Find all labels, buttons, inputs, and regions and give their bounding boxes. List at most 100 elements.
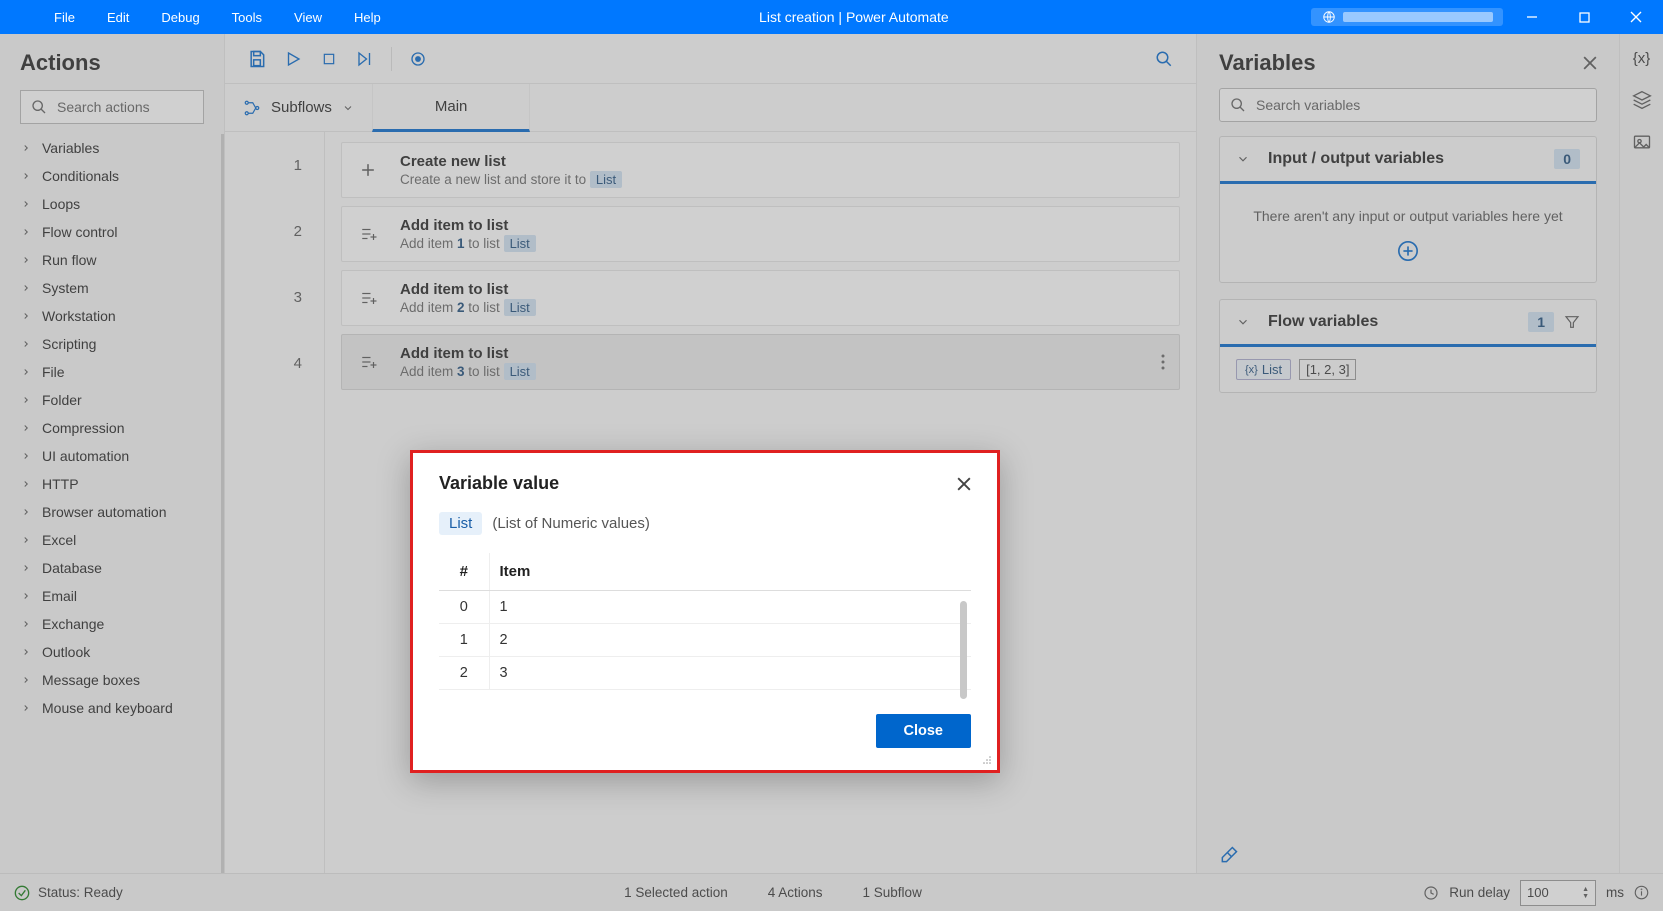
io-variables-count: 0 (1554, 149, 1580, 169)
editor-search-button[interactable] (1146, 41, 1182, 77)
flow-variable-item[interactable]: {x} List [1, 2, 3] (1236, 359, 1356, 380)
variable-value-dialog: Variable value List (List of Numeric val… (410, 450, 1000, 773)
variables-search-placeholder: Search variables (1256, 97, 1360, 113)
environment-badge[interactable] (1311, 8, 1503, 26)
action-category[interactable]: Flow control (0, 218, 221, 246)
titlebar-right (1311, 0, 1663, 34)
line-number: 2 (225, 198, 324, 264)
variable-value-table: # Item 011223 (439, 553, 971, 690)
info-icon[interactable] (1634, 885, 1649, 900)
chevron-right-icon (20, 143, 32, 153)
io-variables-header[interactable]: Input / output variables 0 (1220, 137, 1596, 184)
table-row[interactable]: 23 (439, 657, 971, 690)
variables-close-button[interactable] (1583, 56, 1597, 70)
run-button[interactable] (275, 41, 311, 77)
search-icon (31, 99, 47, 115)
layers-rail-icon[interactable] (1632, 90, 1652, 110)
images-rail-icon[interactable] (1632, 132, 1652, 152)
action-category[interactable]: Database (0, 554, 221, 582)
action-category[interactable]: Folder (0, 386, 221, 414)
action-category[interactable]: Loops (0, 190, 221, 218)
chevron-right-icon (20, 311, 32, 321)
clear-variables-button[interactable] (1197, 837, 1619, 873)
action-category[interactable]: Message boxes (0, 666, 221, 694)
chevron-right-icon (20, 535, 32, 545)
actions-search-input[interactable]: Search actions (20, 90, 204, 124)
action-category[interactable]: HTTP (0, 470, 221, 498)
spinner-icons[interactable]: ▲▼ (1582, 886, 1589, 900)
run-delay-input[interactable]: 100 ▲▼ (1520, 880, 1596, 906)
chevron-right-icon (20, 367, 32, 377)
subflows-dropdown[interactable]: Subflows (225, 99, 372, 117)
table-header-index: # (439, 553, 489, 591)
action-category[interactable]: Excel (0, 526, 221, 554)
tab-main[interactable]: Main (372, 84, 531, 132)
menu-view[interactable]: View (278, 0, 338, 34)
line-number: 4 (225, 330, 324, 396)
eraser-icon (1219, 845, 1239, 865)
action-category[interactable]: Outlook (0, 638, 221, 666)
action-category[interactable]: Email (0, 582, 221, 610)
flow-variables-body: {x} List [1, 2, 3] (1220, 347, 1596, 392)
variables-search-input[interactable]: Search variables (1219, 88, 1597, 122)
row-item: 2 (489, 624, 971, 657)
action-category[interactable]: Mouse and keyboard (0, 694, 221, 722)
step-card[interactable]: Add item to listAdd item 2 to list List (341, 270, 1180, 326)
minimize-button[interactable] (1509, 0, 1555, 34)
action-category[interactable]: Scripting (0, 330, 221, 358)
close-button[interactable]: Close (876, 714, 972, 748)
flow-variables-header[interactable]: Flow variables 1 (1220, 300, 1596, 347)
table-row[interactable]: 01 (439, 591, 971, 624)
chevron-right-icon (20, 255, 32, 265)
category-label: Mouse and keyboard (42, 700, 173, 716)
ms-label: ms (1606, 885, 1624, 900)
action-category[interactable]: File (0, 358, 221, 386)
add-io-variable-button[interactable] (1238, 240, 1578, 262)
action-category[interactable]: Exchange (0, 610, 221, 638)
action-category[interactable]: Conditionals (0, 162, 221, 190)
step-icon (358, 225, 386, 243)
step-subtitle: Add item 1 to list List (400, 236, 1163, 251)
stop-button[interactable] (311, 41, 347, 77)
action-category[interactable]: System (0, 274, 221, 302)
action-category[interactable]: Workstation (0, 302, 221, 330)
menu-file[interactable]: File (38, 0, 91, 34)
scrollbar[interactable] (960, 601, 967, 699)
action-category[interactable]: Browser automation (0, 498, 221, 526)
row-index: 1 (439, 624, 489, 657)
step-card[interactable]: Add item to listAdd item 3 to list List (341, 334, 1180, 390)
action-category[interactable]: Compression (0, 414, 221, 442)
step-card[interactable]: Add item to listAdd item 1 to list List (341, 206, 1180, 262)
category-label: Database (42, 560, 102, 576)
maximize-button[interactable] (1561, 0, 1607, 34)
chevron-right-icon (20, 171, 32, 181)
menu-edit[interactable]: Edit (91, 0, 145, 34)
chevron-right-icon (20, 563, 32, 573)
close-window-button[interactable] (1613, 0, 1659, 34)
category-label: Loops (42, 196, 80, 212)
io-variables-empty: There aren't any input or output variabl… (1220, 184, 1596, 282)
category-label: Conditionals (42, 168, 119, 184)
step-card[interactable]: Create new listCreate a new list and sto… (341, 142, 1180, 198)
chevron-right-icon (20, 675, 32, 685)
menu-help[interactable]: Help (338, 0, 397, 34)
menu-debug[interactable]: Debug (145, 0, 215, 34)
menu-tools[interactable]: Tools (216, 0, 278, 34)
category-label: Exchange (42, 616, 104, 632)
action-category[interactable]: Variables (0, 134, 221, 162)
save-button[interactable] (239, 41, 275, 77)
category-label: System (42, 280, 89, 296)
actions-category-list[interactable]: Variables Conditionals Loops Flow controlRu… (0, 134, 224, 873)
action-category[interactable]: UI automation (0, 442, 221, 470)
table-row[interactable]: 12 (439, 624, 971, 657)
resize-grip-icon[interactable] (982, 755, 992, 765)
filter-button[interactable] (1564, 314, 1580, 330)
variables-rail-icon[interactable]: {x} (1633, 50, 1651, 68)
flow-variables-count: 1 (1528, 312, 1554, 332)
step-menu-button[interactable] (1161, 354, 1165, 370)
dialog-close-button[interactable] (957, 477, 971, 491)
action-category[interactable]: Run flow (0, 246, 221, 274)
variable-value: [1, 2, 3] (1299, 359, 1356, 380)
record-button[interactable] (400, 41, 436, 77)
step-button[interactable] (347, 41, 383, 77)
